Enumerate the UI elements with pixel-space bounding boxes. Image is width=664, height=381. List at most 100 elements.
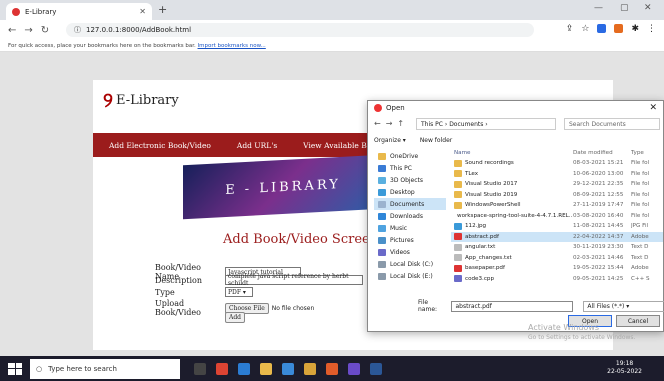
forward-icon[interactable]: → (386, 119, 393, 128)
browser-tab[interactable]: E-Library ✕ (6, 3, 152, 20)
folder-file-icon (454, 180, 462, 188)
nav-item[interactable]: Downloads (374, 210, 446, 222)
app-icon[interactable] (282, 362, 294, 375)
open-file-dialog: Open ✕ ← → ↑ This PC › Documents › Search D… (367, 100, 664, 332)
new-folder-button[interactable]: New folder (420, 137, 452, 144)
pc-icon (378, 164, 386, 172)
filename-input[interactable]: abstract.pdf (451, 300, 574, 312)
app-icon[interactable] (304, 362, 316, 375)
path-breadcrumb[interactable]: This PC › Documents › (416, 118, 556, 130)
up-icon[interactable]: ↑ (397, 119, 404, 128)
puzzle-icon[interactable]: ✱ (631, 24, 639, 34)
explorer-app-icon[interactable] (260, 362, 272, 375)
share-icon[interactable]: ⇪ (566, 24, 574, 34)
banner-image: E - LIBRARY (183, 154, 383, 220)
type-select[interactable]: PDF ▾ (225, 287, 253, 297)
dialog-toolbar: Organize ▾ New folder (368, 133, 664, 147)
star-icon[interactable]: ☆ (581, 24, 589, 34)
file-row[interactable]: workspace-spring-tool-suite-4-4.7.1.REL.… (451, 211, 663, 222)
more-icon[interactable]: ⋮ (647, 24, 656, 34)
file-row[interactable]: 112.jpg 11-08-2021 14:45 JPG Fil (451, 221, 663, 232)
organize-button[interactable]: Organize ▾ (374, 137, 406, 144)
folder-file-icon (454, 201, 462, 209)
maximize-icon[interactable]: ▢ (620, 3, 629, 13)
form-title: Add Book/Video Screen (223, 232, 379, 247)
music-icon (378, 224, 386, 232)
chrome-app-icon[interactable] (216, 362, 228, 375)
windows-start-icon[interactable] (8, 362, 22, 375)
file-row[interactable]: angular.txt 30-11-2019 23:30 Text D (451, 242, 663, 253)
txt-file-icon (454, 243, 462, 251)
pictures-icon (378, 236, 386, 244)
documents-icon (378, 200, 386, 208)
add-row: Add (225, 312, 246, 323)
file-row[interactable]: code3.cpp 09-05-2021 14:25 C++ S (451, 274, 663, 285)
nav-item[interactable]: Local Disk (E:) (374, 270, 446, 282)
file-row[interactable]: Visual Studio 2019 08-09-2021 12:55 File f… (451, 190, 663, 201)
nav-item[interactable]: OneDrive (374, 150, 446, 162)
cube-icon (378, 176, 386, 184)
app-icon[interactable] (326, 362, 338, 375)
nav-item[interactable]: 3D Objects (374, 174, 446, 186)
close-tab-icon[interactable]: ✕ (139, 7, 146, 16)
app-icon[interactable] (348, 362, 360, 375)
dialog-close-icon[interactable]: ✕ (649, 103, 657, 113)
taskbar-search-input[interactable]: ○ Type here to search (30, 358, 180, 379)
nav-item[interactable]: Music (374, 222, 446, 234)
taskview-icon[interactable] (194, 362, 206, 375)
type-row: Type PDF ▾ (155, 287, 253, 297)
new-tab-icon[interactable]: + (158, 3, 167, 16)
taskbar-apps (194, 362, 382, 375)
folder-file-icon (454, 191, 462, 199)
file-row[interactable]: basepaper.pdf 19-05-2022 15:44 Adobe (451, 263, 663, 274)
forward-icon[interactable]: → (24, 25, 32, 36)
file-list-header: Name Date modified Type (454, 150, 644, 156)
nav-item[interactable]: Local Disk (C:) (374, 258, 446, 270)
file-row[interactable]: TLex 10-06-2020 13:00 File fol (451, 169, 663, 180)
file-row[interactable]: Sound recordings 08-03-2021 15:21 File fol (451, 158, 663, 169)
folder-file-icon (454, 159, 462, 167)
description-field[interactable]: complete java script reference by herbt … (225, 273, 363, 287)
edge-app-icon[interactable] (238, 362, 250, 375)
clock[interactable]: 19:18 22-05-2022 (607, 360, 642, 376)
site-logo[interactable]: ୨ E-Library (103, 88, 179, 112)
add-button[interactable]: Add (225, 312, 246, 323)
close-window-icon[interactable]: ✕ (644, 3, 652, 13)
drive-icon (378, 260, 386, 268)
extensions-tray: ⇪ ☆ ✱ ⋮ (566, 24, 656, 34)
back-icon[interactable]: ← (8, 25, 16, 36)
description-row: Description complete java script referenc… (155, 273, 363, 287)
desktop-icon (378, 188, 386, 196)
activate-windows-watermark: Activate Windows Go to Settings to activa… (528, 323, 636, 341)
nav-item[interactable]: Pictures (374, 234, 446, 246)
extension-icon[interactable] (597, 24, 607, 33)
file-row[interactable]: App_changes.txt 02-03-2021 14:46 Text D (451, 253, 663, 264)
menu-item[interactable]: Add URL's (237, 141, 277, 150)
word-app-icon[interactable] (370, 362, 382, 375)
url-input[interactable]: ⓘ 127.0.0.1:8000/AddBook.html (66, 23, 534, 37)
download-icon (378, 212, 386, 220)
back-icon[interactable]: ← (374, 119, 381, 128)
menu-item[interactable]: Add Electronic Book/Video (109, 141, 211, 150)
info-icon: ⓘ (74, 26, 81, 34)
search-documents-input[interactable]: Search Documents (564, 118, 660, 130)
reload-icon[interactable]: ↻ (41, 25, 49, 36)
chrome-icon (374, 104, 382, 112)
file-row[interactable]: Visual Studio 2017 29-12-2021 22:35 File f… (451, 179, 663, 190)
pdf-file-icon (454, 233, 462, 241)
file-list: Name Date modified Type Sound recordings 08… (451, 148, 663, 288)
file-row[interactable]: abstract.pdf 22-04-2022 14:37 Adobe (451, 231, 663, 242)
filetype-select[interactable]: All Files (*.*) ▾ (583, 300, 664, 312)
nav-item[interactable]: Videos (374, 246, 446, 258)
nav-item[interactable]: This PC (374, 162, 446, 174)
videos-icon (378, 248, 386, 256)
folder-icon (378, 152, 386, 160)
navigation-pane: OneDrive This PC 3D Objects Desktop Docu… (374, 150, 446, 288)
folder-file-icon (454, 170, 462, 178)
nav-item[interactable]: Documents (374, 198, 446, 210)
nav-item[interactable]: Desktop (374, 186, 446, 198)
minimize-icon[interactable]: — (594, 3, 603, 13)
file-row[interactable]: WindowsPowerShell 27-11-2019 17:47 File fo… (451, 200, 663, 211)
import-bookmarks-link[interactable]: Import bookmarks now... (198, 43, 266, 49)
extension-icon[interactable] (614, 24, 624, 33)
